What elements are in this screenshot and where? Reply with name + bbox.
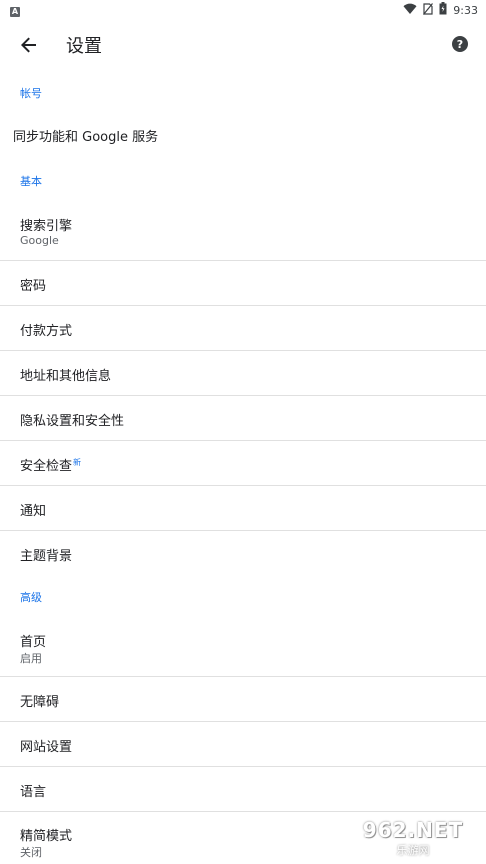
status-bar: A 9:33 — [0, 0, 486, 20]
languages-label: 语言 — [20, 785, 47, 800]
status-left: A — [10, 4, 20, 17]
accessibility-item[interactable]: 无障碍 — [0, 677, 486, 722]
languages-item[interactable]: 语言 — [0, 767, 486, 812]
addresses-item[interactable]: 地址和其他信息 — [0, 351, 486, 396]
status-time: 9:33 — [453, 3, 478, 17]
accessibility-label: 无障碍 — [20, 695, 60, 710]
homepage-label: 首页 — [20, 635, 47, 650]
search-engine-item[interactable]: 搜索引擎 Google — [0, 200, 486, 261]
watermark-logo: 962.NET 乐游网 — [348, 816, 478, 860]
homepage-item[interactable]: 首页 启用 — [0, 616, 486, 677]
safety-check-label: 安全检查 — [20, 459, 73, 474]
app-notification-icon: A — [10, 6, 20, 17]
page-title: 设置 — [66, 36, 102, 57]
search-engine-label: 搜索引擎 — [20, 219, 73, 234]
addresses-label: 地址和其他信息 — [20, 369, 112, 384]
search-engine-value: Google — [20, 234, 59, 247]
payment-methods-label: 付款方式 — [20, 324, 73, 339]
site-settings-label: 网站设置 — [20, 740, 73, 755]
theme-label: 主题背景 — [20, 549, 73, 564]
notifications-item[interactable]: 通知 — [0, 486, 486, 531]
arrow-left-icon — [21, 37, 36, 53]
notifications-label: 通知 — [20, 504, 47, 519]
help-button[interactable]: ? — [452, 36, 468, 52]
wifi-icon — [403, 3, 417, 18]
homepage-value: 启用 — [20, 652, 42, 665]
section-header-basic: 基本 — [20, 175, 42, 188]
privacy-security-item[interactable]: 隐私设置和安全性 — [0, 396, 486, 441]
settings-page: A 9:33 设置 ? 帐号 同步功能和 Google 服务 基本 搜索引擎 G… — [0, 0, 486, 864]
site-settings-item[interactable]: 网站设置 — [0, 722, 486, 767]
battery-icon — [439, 2, 447, 18]
privacy-security-label: 隐私设置和安全性 — [20, 414, 125, 429]
payment-methods-item[interactable]: 付款方式 — [0, 306, 486, 351]
section-header-advanced: 高级 — [20, 591, 42, 604]
watermark-main-text: 962.NET — [362, 818, 464, 842]
passwords-label: 密码 — [20, 279, 47, 294]
passwords-item[interactable]: 密码 — [0, 261, 486, 306]
safety-check-title: 安全检查新 — [20, 455, 81, 474]
new-badge: 新 — [73, 457, 82, 467]
section-header-account: 帐号 — [20, 87, 42, 100]
help-icon: ? — [456, 37, 464, 51]
lite-mode-label: 精简模式 — [20, 829, 73, 844]
lite-mode-value: 关闭 — [20, 846, 42, 859]
sync-and-google-services-label: 同步功能和 Google 服务 — [13, 130, 159, 145]
theme-item[interactable]: 主题背景 — [0, 531, 486, 576]
status-right: 9:33 — [403, 2, 478, 18]
sync-and-google-services-item[interactable]: 同步功能和 Google 服务 — [0, 113, 486, 158]
back-button[interactable] — [18, 34, 40, 56]
safety-check-item[interactable]: 安全检查新 — [0, 441, 486, 486]
no-sim-icon — [423, 2, 434, 18]
watermark-sub-text: 乐游网 — [396, 844, 430, 857]
top-app-bar: 设置 ? — [0, 20, 486, 70]
